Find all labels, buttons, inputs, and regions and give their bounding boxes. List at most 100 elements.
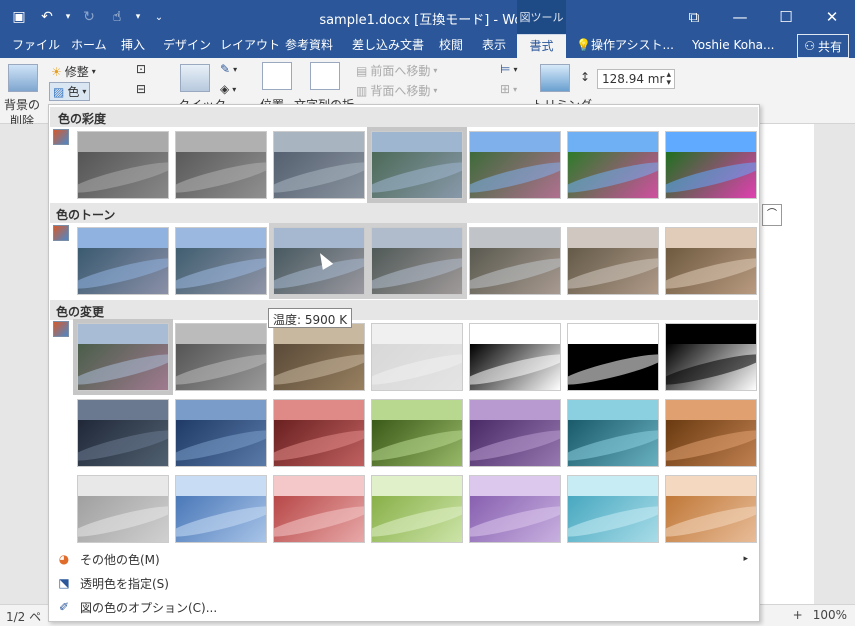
compress-pictures-icon[interactable]: ⊡ xyxy=(136,62,146,76)
lightbulb-icon: 💡 xyxy=(576,38,591,52)
saturation-option-thumbnail[interactable] xyxy=(469,131,561,199)
tab-layout[interactable]: レイアウト xyxy=(220,34,280,58)
ribbon-display-options-icon[interactable]: ⧉ xyxy=(671,0,717,34)
zoom-level[interactable]: 100% xyxy=(813,608,847,622)
tone-option-thumbnail[interactable] xyxy=(77,227,169,295)
recolor-a-option-thumbnail[interactable] xyxy=(273,323,365,391)
recolor-b-option-thumbnail[interactable] xyxy=(175,399,267,467)
picture-color-options-item[interactable]: ✐ 図の色のオプション(C)... xyxy=(50,596,758,618)
tab-insert[interactable]: 挿入 xyxy=(121,34,145,58)
recolor-b-option-thumbnail[interactable] xyxy=(469,399,561,467)
quick-styles-icon[interactable] xyxy=(180,64,210,92)
saturation-option-thumbnail[interactable] xyxy=(567,131,659,199)
send-backward-icon: ▥ xyxy=(356,83,368,98)
recolor-c-option-thumbnail[interactable] xyxy=(371,475,463,543)
tab-review[interactable]: 校閲 xyxy=(439,34,463,58)
more-colors-item[interactable]: ◕ その他の色(M) ▸ xyxy=(50,548,758,570)
picture-border-icon[interactable]: ✎ ▾ xyxy=(220,62,237,76)
tone-option-thumbnail[interactable] xyxy=(175,227,267,295)
recolor-b-option-thumbnail[interactable] xyxy=(371,399,463,467)
picture-effects-icon[interactable]: ◈ ▾ xyxy=(220,82,236,96)
photo-icon xyxy=(372,324,462,390)
recolor-a-option-thumbnail[interactable] xyxy=(73,319,173,395)
position-icon[interactable] xyxy=(262,62,292,90)
tone-option-thumbnail[interactable] xyxy=(665,227,757,295)
corrections-button[interactable]: ☀ 修整 ▾ xyxy=(51,63,96,80)
recolor-c-option-thumbnail[interactable] xyxy=(273,475,365,543)
set-transparent-color-item[interactable]: ⬔ 透明色を指定(S) xyxy=(50,572,758,594)
recolor-a-option-thumbnail[interactable] xyxy=(469,323,561,391)
tab-file[interactable]: ファイル xyxy=(12,34,60,58)
maximize-button[interactable]: ☐ xyxy=(763,0,809,34)
photo-icon xyxy=(568,400,658,466)
align-icon[interactable]: ⊨ ▾ xyxy=(500,62,517,76)
color-button[interactable]: ▨ 色 ▾ xyxy=(49,82,91,101)
recolor-b-option-thumbnail[interactable] xyxy=(273,399,365,467)
tab-mailings[interactable]: 差し込み文書 xyxy=(352,34,424,58)
saturation-option-thumbnail[interactable] xyxy=(665,131,757,199)
photo-icon xyxy=(274,132,364,198)
height-input[interactable]: 128.94 mr ▴ ▾ xyxy=(597,69,675,89)
photo-icon xyxy=(78,324,168,390)
photo-sky xyxy=(176,324,266,344)
saturation-section-icon xyxy=(53,129,69,145)
layout-options-icon[interactable]: ⌒ xyxy=(762,204,782,226)
send-backward-label: 背面へ移動 xyxy=(370,84,431,98)
photo-icon xyxy=(176,324,266,390)
saturation-option-thumbnail[interactable] xyxy=(175,131,267,199)
chevron-down-icon: ▾ xyxy=(433,66,438,75)
crop-icon[interactable] xyxy=(540,64,570,92)
tab-home[interactable]: ホーム xyxy=(71,34,107,58)
color-label: 色 xyxy=(67,85,80,99)
recolor-a-option-thumbnail[interactable] xyxy=(371,323,463,391)
tab-format[interactable]: 書式 xyxy=(517,34,566,58)
photo-sky xyxy=(78,132,168,152)
photo-sky xyxy=(372,228,462,248)
recolor-a-option-thumbnail[interactable] xyxy=(567,323,659,391)
title-bar: ▣ ↶ ▾ ↻ ☝ ▾ ⌄ sample1.docx [互換モード] - Wor… xyxy=(0,0,855,34)
recolor-b-option-thumbnail[interactable] xyxy=(665,399,757,467)
photo-sky xyxy=(666,400,756,420)
tell-me-search[interactable]: 💡操作アシスト... xyxy=(576,34,674,58)
minimize-button[interactable]: — xyxy=(717,0,763,34)
close-button[interactable]: ✕ xyxy=(809,0,855,34)
saturation-option-thumbnail[interactable] xyxy=(77,131,169,199)
wrap-text-icon[interactable] xyxy=(310,62,340,90)
tone-header-label: 色のトーン xyxy=(56,208,116,222)
person-icon: ⚇ xyxy=(804,39,815,53)
recolor-b-option-thumbnail[interactable] xyxy=(567,399,659,467)
tone-option-thumbnail[interactable] xyxy=(367,223,467,299)
recolor-c-option-thumbnail[interactable] xyxy=(77,475,169,543)
tab-design[interactable]: デザイン xyxy=(163,34,211,58)
remove-background-icon[interactable] xyxy=(8,64,38,92)
photo-sky xyxy=(568,476,658,496)
bring-forward-button[interactable]: ▤ 前面へ移動 ▾ xyxy=(356,62,437,79)
recolor-c-option-thumbnail[interactable] xyxy=(175,475,267,543)
saturation-option-thumbnail[interactable] xyxy=(367,127,467,203)
share-button[interactable]: ⚇ 共有 xyxy=(797,34,849,58)
recolor-b-option-thumbnail[interactable] xyxy=(77,399,169,467)
photo-sky xyxy=(274,400,364,420)
spin-icon[interactable]: ▴ ▾ xyxy=(666,71,671,88)
user-account[interactable]: Yoshie Koha... xyxy=(692,34,774,58)
change-picture-icon[interactable]: ⊟ xyxy=(136,82,146,96)
group-icon[interactable]: ⊞ ▾ xyxy=(500,82,517,96)
color-options-label: 図の色のオプション(C)... xyxy=(80,600,218,615)
photo-sky xyxy=(470,400,560,420)
recolor-a-option-thumbnail[interactable] xyxy=(175,323,267,391)
tone-option-thumbnail[interactable] xyxy=(567,227,659,295)
tab-references[interactable]: 参考資料 xyxy=(285,34,333,58)
zoom-in-button[interactable]: + xyxy=(793,608,803,622)
send-backward-button[interactable]: ▥ 背面へ移動 ▾ xyxy=(356,82,437,99)
tab-view[interactable]: 表示 xyxy=(482,34,506,58)
recolor-c-option-thumbnail[interactable] xyxy=(665,475,757,543)
chevron-down-icon: ▾ xyxy=(82,87,87,96)
recolor-a-option-thumbnail[interactable] xyxy=(665,323,757,391)
photo-sky xyxy=(176,476,266,496)
page-count: 1/2 ペ xyxy=(6,610,42,624)
tone-option-thumbnail[interactable] xyxy=(469,227,561,295)
photo-icon xyxy=(568,228,658,294)
recolor-c-option-thumbnail[interactable] xyxy=(567,475,659,543)
saturation-option-thumbnail[interactable] xyxy=(273,131,365,199)
recolor-c-option-thumbnail[interactable] xyxy=(469,475,561,543)
